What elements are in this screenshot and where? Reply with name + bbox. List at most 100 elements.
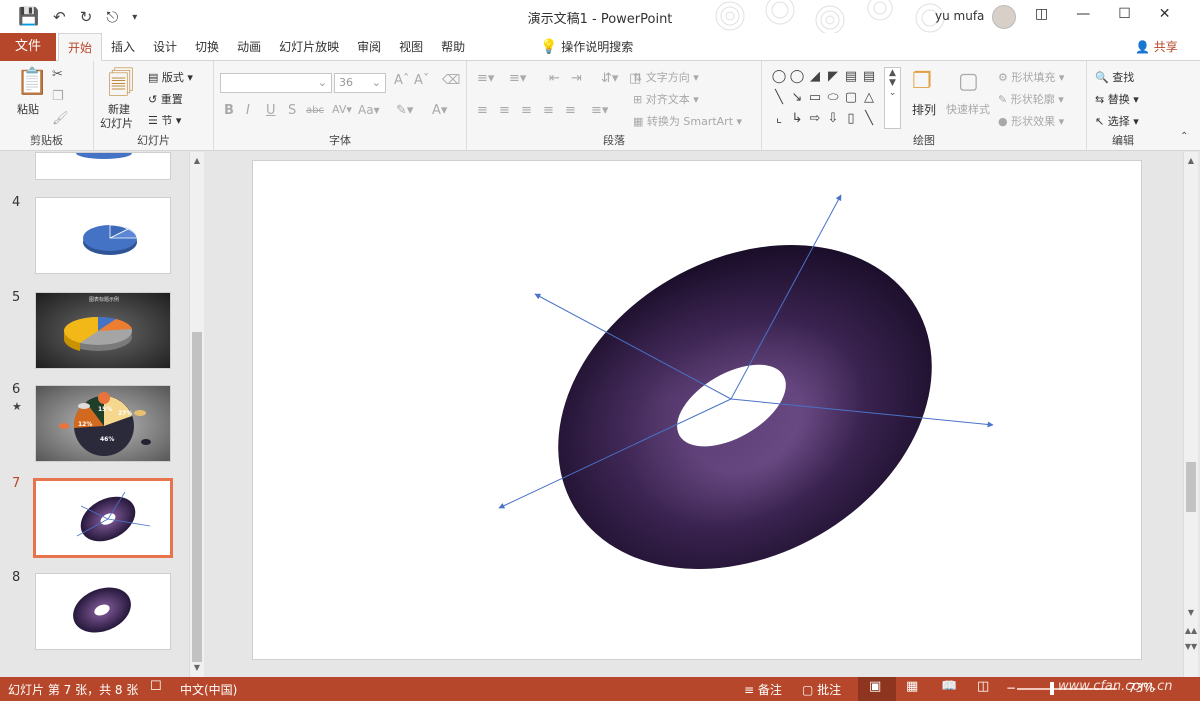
right-arrow-icon[interactable]: ⇨ [806,111,824,132]
character-spacing-icon[interactable]: AV▾ [332,103,352,116]
share-button[interactable]: 👤 共享 [1135,33,1178,61]
tab-animations[interactable]: 动画 [228,33,270,61]
distributed-icon[interactable]: ≡ [565,103,576,118]
slide-thumbnail-4[interactable] [35,197,171,274]
underline-icon[interactable]: U [266,103,276,118]
line-spacing-icon[interactable]: ⇵▾ [601,71,618,86]
font-size-combo[interactable]: 36 ⌄ [334,73,386,93]
numbering-icon[interactable]: ≡▾ [509,71,526,86]
arrow-line-icon[interactable]: ↘ [788,90,806,111]
slide-canvas[interactable] [252,160,1142,660]
new-slide-label-2[interactable]: 幻灯片 [100,115,133,131]
tab-file[interactable]: 文件 [0,33,56,61]
minimize-icon[interactable]: — [1076,6,1090,22]
ribbon-display-options-icon[interactable]: ◫ [1035,6,1048,22]
clear-formatting-icon[interactable]: ⌫ [442,73,460,88]
align-text-button[interactable]: ⊞ 对齐文本 ▾ [633,91,699,107]
tab-help[interactable]: 帮助 [432,33,474,61]
bullets-icon[interactable]: ≡▾ [477,71,494,86]
reading-view-icon[interactable]: 📖 [941,679,957,694]
format-painter-icon[interactable]: 🖌 [52,111,69,126]
font-name-combo[interactable]: ⌄ [220,73,332,93]
align-right-icon[interactable]: ≡ [521,103,532,118]
bold-icon[interactable]: B [224,103,234,118]
tell-me-search[interactable]: 💡 操作说明搜索 [540,33,633,61]
slideshow-icon[interactable]: ◫ [977,679,989,694]
freeform-icon[interactable]: ▯ [842,111,860,132]
next-slide-icon[interactable]: ▼▼ [1184,642,1198,651]
slide-thumbnail-3[interactable] [35,152,171,180]
normal-view-icon[interactable]: ▣ [869,679,881,694]
decrease-font-icon[interactable]: Aˇ [414,73,429,88]
close-icon[interactable]: ✕ [1159,6,1171,22]
isosceles-triangle-icon[interactable]: △ [860,90,878,111]
comments-button[interactable]: ▢ 批注 [802,681,841,698]
rounded-rect-icon[interactable]: ▢ [842,90,860,111]
highlight-icon[interactable]: ✎▾ [396,103,413,118]
tab-insert[interactable]: 插入 [102,33,144,61]
zoom-out-button[interactable]: − [1006,681,1016,695]
scroll-up-arrow[interactable]: ▲ [1184,156,1198,165]
language-indicator[interactable]: 中文(中国) [180,681,237,698]
previous-slide-icon[interactable]: ▲▲ [1184,626,1198,635]
oval-icon[interactable]: ⬭ [824,90,842,111]
reset-button[interactable]: ↺ 重置 [148,91,183,107]
convert-smartart-button[interactable]: ▦ 转换为 SmartArt ▾ [633,113,742,129]
column-layout-icon[interactable]: ≡▾ [591,103,608,118]
quick-styles-icon[interactable]: ▢ [958,69,979,94]
scroll-up-arrow[interactable]: ▲ [190,156,204,165]
elbow-connector-icon[interactable]: ⌞ [770,111,788,132]
align-left-icon[interactable]: ≡ [477,103,488,118]
find-button[interactable]: 🔍 查找 [1095,69,1134,85]
tab-view[interactable]: 视图 [390,33,432,61]
curved-connector-icon[interactable]: ↳ [788,111,806,132]
change-case-icon[interactable]: Aa▾ [358,103,380,117]
rectangle-icon[interactable]: ▭ [806,90,824,111]
strikethrough-icon[interactable]: abc [306,105,324,116]
speech-bubble-icon[interactable]: ◯ [770,69,788,90]
layout-button[interactable]: ▤ 版式 ▾ [148,69,193,85]
thumbnails-scroll-thumb[interactable] [192,332,202,662]
shadow-icon[interactable]: S [288,103,296,118]
slide-sorter-icon[interactable]: ▦ [906,679,918,694]
line-icon[interactable]: ╲ [770,90,788,111]
spell-check-icon[interactable]: ☐ [150,679,162,694]
diagonal-line-icon[interactable]: ╲ [860,111,878,132]
user-name[interactable]: yu mufa [935,9,984,23]
shape-fill-button[interactable]: ⚙ 形状填充 ▾ [998,69,1064,85]
justify-icon[interactable]: ≡ [543,103,554,118]
paste-icon[interactable]: 📋 [16,67,48,97]
tab-review[interactable]: 审阅 [348,33,390,61]
arrange-button[interactable]: 排列 [912,101,936,118]
section-button[interactable]: ☰ 节 ▾ [148,112,181,128]
collapse-ribbon-icon[interactable]: ⌃ [1180,131,1188,142]
text-direction-button[interactable]: ⇅ 文字方向 ▾ [633,69,699,85]
shapes-gallery-scroll[interactable]: ▲ ▼ ⌄ [884,67,901,129]
shape-outline-button[interactable]: ✎ 形状轮廓 ▾ [998,91,1064,107]
tab-design[interactable]: 设计 [144,33,186,61]
tab-home[interactable]: 开始 [58,33,103,62]
avatar[interactable] [992,5,1016,29]
down-arrow-icon[interactable]: ⇩ [824,111,842,132]
tab-slideshow[interactable]: 幻灯片放映 [270,33,348,61]
textbox-icon[interactable]: ▤ [842,69,860,90]
vertical-textbox-icon[interactable]: ▤ [860,69,878,90]
paste-button[interactable]: 粘贴 [17,101,39,117]
cut-icon[interactable]: ✂ [52,67,63,82]
thumbnails-scrollbar[interactable]: ▲ ▼ [189,152,204,677]
slide-thumbnail-6[interactable]: 15% 27% 12% 46% [35,385,171,462]
increase-indent-icon[interactable]: ⇥ [571,71,582,86]
notes-button[interactable]: ≡ 备注 [744,681,782,698]
pie-shape-icon[interactable]: ◤ [824,69,842,90]
select-button[interactable]: ↖ 选择 ▾ [1095,113,1139,129]
slide-thumbnail-7[interactable] [33,478,173,558]
zoom-slider-thumb[interactable] [1050,682,1054,695]
arrange-icon[interactable]: ❐ [912,69,932,94]
slide-scroll-thumb[interactable] [1186,462,1196,512]
align-center-icon[interactable]: ≡ [499,103,510,118]
replace-button[interactable]: ⇆ 替换 ▾ [1095,91,1139,107]
quick-styles-button[interactable]: 快速样式 [946,101,990,117]
shape-effects-button[interactable]: ● 形状效果 ▾ [998,113,1064,129]
triangle-icon[interactable]: ◢ [806,69,824,90]
slide-thumbnail-5[interactable]: 图表标题示例 [35,292,171,369]
